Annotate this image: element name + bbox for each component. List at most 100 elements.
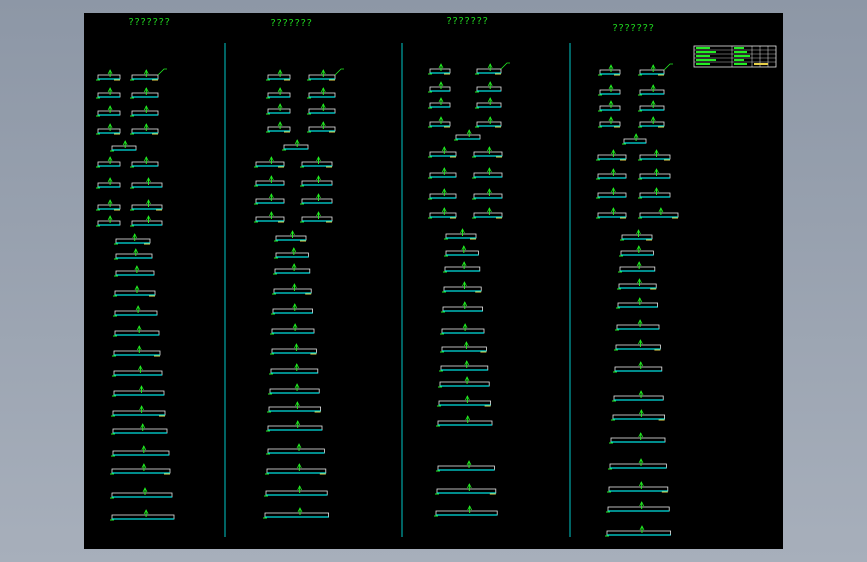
part-symbol: [611, 409, 665, 421]
part-symbol: [113, 325, 160, 337]
part-symbol: [114, 248, 153, 260]
part-symbol: [254, 175, 285, 187]
part-symbol: [96, 105, 121, 117]
part-symbol: [428, 207, 457, 219]
part-symbol: [428, 188, 457, 200]
part-symbol: [638, 168, 671, 180]
part-symbol: [638, 149, 671, 161]
part-symbol: [444, 245, 479, 257]
part-symbol: [96, 87, 121, 99]
part-symbol: [618, 261, 656, 273]
part-symbol: [300, 156, 333, 168]
part-symbol: [428, 146, 457, 158]
column-title-4: ???????: [612, 23, 655, 34]
part-symbol: [598, 84, 621, 96]
part-symbol: [437, 395, 491, 407]
drawing-canvas: [96, 43, 777, 537]
part-symbol: [266, 103, 291, 115]
title-block: [693, 45, 777, 68]
part-symbol: [443, 261, 481, 273]
part-symbol: [307, 121, 336, 133]
part-symbol: [428, 97, 451, 109]
part-symbol: [112, 365, 163, 377]
part-symbol: [96, 156, 121, 168]
part-symbol: [638, 187, 671, 199]
part-symbol: [130, 105, 159, 117]
part-symbol: [300, 211, 333, 223]
part-symbol: [619, 245, 654, 257]
part-symbol: [307, 68, 344, 81]
column-title-3: ???????: [446, 16, 489, 27]
part-symbol: [638, 207, 679, 219]
part-symbol: [266, 420, 323, 432]
part-symbol: [598, 116, 621, 128]
part-symbol: [266, 443, 325, 455]
column-title-1: ???????: [128, 17, 171, 28]
part-symbol: [300, 175, 333, 187]
part-symbol: [472, 146, 503, 158]
part-symbol: [614, 339, 661, 351]
part-symbol: [269, 363, 319, 375]
drawing-sheet: ??????? ??????? ??????? ???????: [84, 13, 783, 549]
part-symbol: [110, 487, 173, 499]
part-symbol: [274, 230, 307, 242]
part-symbol: [438, 376, 490, 388]
part-symbol: [615, 319, 660, 331]
part-symbol: [454, 129, 481, 141]
part-symbol: [596, 168, 627, 180]
part-symbol: [264, 485, 328, 497]
part-symbol: [428, 116, 451, 128]
part-symbol: [110, 509, 175, 521]
part-symbol: [620, 229, 653, 241]
part-symbol: [112, 385, 165, 397]
part-symbol: [475, 81, 502, 93]
part-symbol: [254, 193, 285, 205]
part-symbol: [622, 133, 647, 145]
part-symbol: [605, 525, 671, 537]
part-symbol: [266, 69, 291, 81]
part-symbol: [96, 199, 121, 211]
part-symbol: [267, 401, 321, 413]
part-symbol: [130, 199, 163, 211]
part-symbol: [96, 215, 121, 227]
part-symbol: [472, 167, 503, 179]
part-symbol: [130, 177, 163, 189]
part-symbol: [110, 463, 171, 475]
column-title-2: ???????: [270, 18, 313, 29]
part-symbol: [130, 156, 159, 168]
part-symbol: [96, 177, 121, 189]
part-symbol: [596, 149, 627, 161]
part-symbol: [598, 64, 621, 76]
part-symbol: [111, 445, 170, 457]
part-symbol: [113, 305, 158, 317]
part-symbol: [113, 285, 156, 297]
part-symbol: [440, 341, 487, 353]
part-symbol: [436, 415, 493, 427]
part-symbol: [274, 247, 309, 259]
part-symbol: [638, 84, 665, 96]
part-symbol: [307, 103, 336, 115]
part-symbol: [96, 69, 121, 81]
part-symbol: [613, 361, 663, 373]
part-symbol: [428, 167, 457, 179]
part-symbol: [472, 188, 503, 200]
part-symbol: [271, 303, 313, 315]
part-symbol: [111, 423, 168, 435]
part-symbol: [617, 278, 657, 290]
part-symbol: [475, 97, 502, 109]
part-symbol: [596, 207, 627, 219]
part-symbol: [475, 116, 502, 128]
part-symbol: [270, 323, 315, 335]
part-symbol: [273, 263, 311, 275]
part-symbol: [609, 432, 666, 444]
part-symbol: [307, 87, 336, 99]
part-symbol: [441, 301, 483, 313]
part-symbol: [434, 505, 498, 517]
part-symbol: [112, 345, 161, 357]
part-symbol: [444, 228, 477, 240]
part-symbol: [608, 458, 667, 470]
part-symbol: [607, 481, 669, 493]
part-symbol: [282, 139, 309, 151]
part-symbol: [114, 265, 155, 277]
part-symbol: [442, 281, 482, 293]
